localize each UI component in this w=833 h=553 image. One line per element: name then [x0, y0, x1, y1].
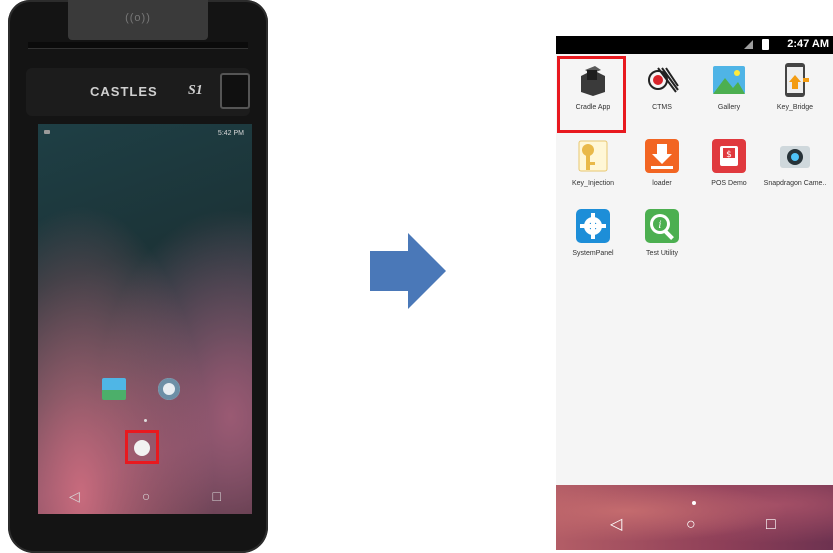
app-system-panel[interactable]: SystemPanel	[560, 208, 626, 257]
svg-text:$: $	[726, 150, 732, 160]
key-injection-icon	[575, 138, 611, 174]
highlight-cradle-app	[557, 56, 626, 133]
highlight-app-drawer	[125, 430, 159, 464]
app-label: loader	[652, 180, 672, 187]
app-label: Gallery	[717, 104, 741, 111]
test-utility-icon: i	[644, 208, 680, 244]
app-test-utility[interactable]: i Test Utility	[629, 208, 695, 257]
right-arrow-icon	[370, 233, 446, 309]
back-icon[interactable]: ◁	[69, 488, 80, 505]
back-icon[interactable]: ◁	[610, 515, 622, 535]
svg-text:i: i	[658, 220, 661, 231]
home-screen: 5:42 PM ◁ ○ □	[38, 124, 252, 514]
home-icon[interactable]: ○	[142, 488, 150, 504]
nfc-icon: ((o))	[125, 12, 151, 24]
gallery-icon	[711, 62, 747, 98]
signal-icon	[744, 40, 753, 49]
home-icon[interactable]: ○	[686, 515, 696, 535]
gear-icon	[575, 208, 611, 244]
app-label: Snapdragon Came..	[763, 180, 827, 187]
app-label: SystemPanel	[572, 250, 614, 257]
notification-icon	[44, 130, 50, 134]
app-label: POS Demo	[711, 180, 747, 187]
app-snapdragon-camera[interactable]: Snapdragon Came..	[762, 138, 828, 187]
page-indicator	[144, 419, 147, 422]
key-bridge-icon	[777, 62, 813, 98]
pos-demo-icon: $	[711, 138, 747, 174]
camera-icon[interactable]	[158, 378, 180, 400]
pos-device-photo: ((o)) CASTLES S1 5:42 PM ◁ ○ □	[8, 0, 268, 553]
camera-icon	[777, 138, 813, 174]
recents-icon[interactable]: □	[212, 488, 220, 504]
app-label: Key_Injection	[571, 180, 615, 187]
printer-slot	[28, 42, 248, 49]
app-label: CTMS	[652, 104, 672, 111]
app-ctms[interactable]: CTMS	[629, 62, 695, 111]
home-status-time: 5:42 PM	[217, 130, 244, 137]
app-key-injection[interactable]: Key_Injection	[560, 138, 626, 187]
home-nav-bar: ◁ ○ □	[38, 478, 252, 514]
status-time: 2:47 AM	[787, 38, 829, 50]
fingerprint-sensor	[220, 73, 250, 109]
battery-icon	[762, 39, 769, 50]
page-indicator	[692, 501, 696, 505]
app-label: Test Utility	[646, 250, 678, 257]
nav-bar: ◁ ○ □	[556, 485, 833, 550]
app-key-bridge[interactable]: Key_Bridge	[762, 62, 828, 111]
app-pos-demo[interactable]: $ POS Demo	[696, 138, 762, 187]
device-model: S1	[188, 83, 203, 98]
device-brand: CASTLES	[90, 84, 158, 99]
status-bar: 2:47 AM	[556, 36, 833, 54]
recents-icon[interactable]: □	[766, 515, 776, 535]
ctms-icon	[644, 62, 680, 98]
app-label: Key_Bridge	[776, 104, 814, 111]
app-gallery[interactable]: Gallery	[696, 62, 762, 111]
loader-icon	[644, 138, 680, 174]
gallery-icon[interactable]	[102, 378, 126, 400]
app-loader[interactable]: loader	[629, 138, 695, 187]
